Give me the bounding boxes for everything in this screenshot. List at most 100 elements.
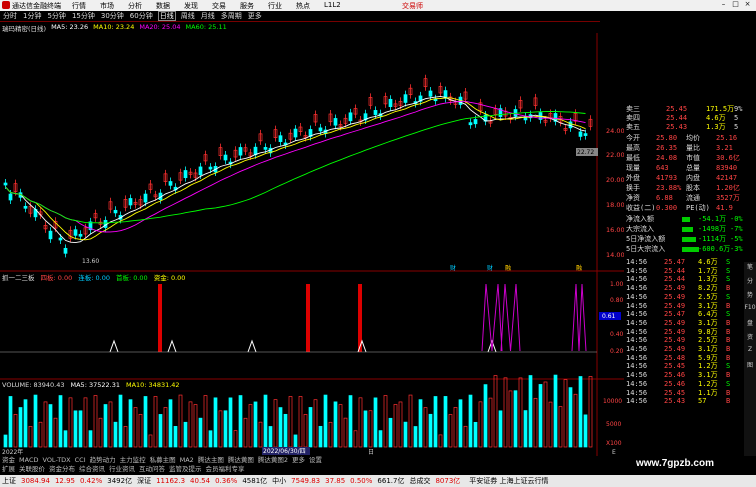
sidebar-tab[interactable]: 分 [744, 276, 756, 290]
indicator-tab[interactable]: 设置 [309, 456, 322, 465]
indicator-tab[interactable]: 趋势动力 [90, 456, 116, 465]
period-tab[interactable]: 1分钟 [22, 11, 42, 21]
current-price-label: 22.72 [577, 149, 594, 156]
indicator-tab[interactable]: 资金 [2, 456, 15, 465]
tick-direction: S [726, 362, 731, 371]
candle-body [78, 233, 83, 237]
event-marker[interactable]: 财 [450, 264, 456, 272]
sidebar-tab[interactable]: 盘 [744, 318, 756, 332]
info-tab[interactable]: 扩展 [2, 465, 15, 474]
menu-item[interactable]: 发现 [184, 1, 198, 11]
menu-item[interactable]: 行情 [72, 1, 86, 11]
sidebar-tab[interactable]: Z [744, 346, 756, 360]
volume-bar [348, 395, 353, 448]
event-marker[interactable]: 融 [505, 264, 511, 272]
period-tab[interactable]: 更多 [247, 11, 263, 21]
low-price-label: 13.60 [82, 258, 99, 265]
indicator-tab[interactable]: 腾达黄图 [228, 456, 254, 465]
period-tab[interactable]: 30分钟 [100, 11, 125, 21]
tick-volume: 1.3万 [698, 275, 718, 284]
menu-item[interactable]: 行业 [268, 1, 282, 11]
tick-direction: B [726, 284, 731, 293]
event-marker[interactable]: 融 [576, 264, 582, 272]
period-tab[interactable]: 15分钟 [71, 11, 96, 21]
candle-body [128, 198, 133, 206]
stock-name: 瑞玛精密(日线) [2, 25, 47, 33]
menu-item[interactable]: 热点 [296, 1, 310, 11]
quote-label: 股本 [686, 184, 700, 192]
volume-bar [213, 397, 218, 448]
sidebar-tab[interactable]: 图 [744, 360, 756, 374]
period-tab[interactable]: 月线 [200, 11, 216, 21]
candle-body [23, 205, 28, 209]
menu-item[interactable]: 分析 [128, 1, 142, 11]
volume-bar [533, 397, 538, 448]
menu-item[interactable]: 市场 [100, 1, 114, 11]
candle-body [223, 154, 228, 161]
event-marker[interactable]: 财 [487, 264, 493, 272]
fundflow-label: 5日大宗流入 [626, 245, 666, 253]
volume-bar [438, 434, 443, 448]
info-tab[interactable]: 资金分布 [49, 465, 75, 474]
indicator-tab[interactable]: 私募主图 [150, 456, 176, 465]
candle-body [183, 170, 188, 179]
candle-body [333, 118, 338, 126]
ma5-line [5, 95, 586, 244]
candle-body [143, 193, 148, 203]
fundflow-bar [682, 227, 693, 232]
status-index-name: 总成交 [409, 477, 431, 485]
menu-item[interactable]: 交易 [212, 1, 226, 11]
indicator-tab[interactable]: MA2 [180, 456, 194, 465]
volume-bar [218, 410, 223, 448]
tick-direction: B [726, 397, 731, 406]
indicator-tab[interactable]: 主力监控 [120, 456, 146, 465]
volume-bar [153, 396, 158, 448]
status-index-value: 8073亿 [435, 477, 461, 485]
candle-body [468, 122, 473, 126]
info-tab[interactable]: 会员福利专享 [206, 465, 245, 474]
sidebar-tab[interactable]: 势 [744, 290, 756, 304]
quote-value: 25.80 [656, 134, 678, 142]
volume-bar [413, 426, 418, 448]
period-tab[interactable]: 周线 [180, 11, 196, 21]
period-tab[interactable]: 分时 [2, 11, 18, 21]
volume-bar [543, 381, 548, 448]
minimize-icon[interactable]: – [719, 0, 728, 9]
info-tab[interactable]: 综合资讯 [79, 465, 105, 474]
menu-item[interactable]: 数据 [156, 1, 170, 11]
tick-direction: S [726, 266, 731, 275]
candle-body [168, 181, 173, 186]
info-tab[interactable]: 行业资讯 [109, 465, 135, 474]
close-icon[interactable]: × [743, 0, 752, 9]
indicator-tick: 0.80 [610, 297, 624, 304]
indicator-tab[interactable]: 腾达黄图2 [258, 456, 288, 465]
period-tab[interactable]: 5分钟 [46, 11, 66, 21]
tick-time: 14:56 [626, 362, 648, 371]
info-tab[interactable]: 监管及提示 [169, 465, 202, 474]
period-tab[interactable]: 60分钟 [129, 11, 154, 21]
fundflow-value: -1498万 [698, 225, 727, 233]
tick-direction: S [726, 379, 731, 388]
period-tab-active[interactable]: 日线 [157, 11, 176, 21]
sidebar-tab[interactable]: 资 [744, 332, 756, 346]
maximize-icon[interactable]: □ [731, 0, 740, 9]
sidebar-tab[interactable]: F10 [744, 304, 756, 318]
indicator-tab[interactable]: 更多 [292, 456, 305, 465]
menu-item[interactable]: L1L2 [324, 1, 341, 11]
indicator-tab[interactable]: CCI [75, 456, 86, 465]
volume-bar [353, 430, 358, 448]
info-tab[interactable]: 互动问答 [139, 465, 165, 474]
period-tab[interactable]: 多周期 [220, 11, 243, 21]
indicator-tab[interactable]: 腾达主图 [198, 456, 224, 465]
sidebar-tab[interactable]: 笔 [744, 262, 756, 276]
orderbook-volume: 4.6万 [706, 114, 726, 122]
volume-bar [113, 421, 118, 448]
price-tick: 16.00 [606, 226, 624, 234]
tick-row: 14:56 25.44 1.3万 S [626, 275, 742, 284]
indicator-tab[interactable]: MACD [19, 456, 38, 465]
indicator-tab[interactable]: VOL-TDX [42, 456, 70, 465]
tick-time: 14:56 [626, 292, 648, 301]
info-tab[interactable]: 关联股价 [19, 465, 45, 474]
menu-item[interactable]: 服务 [240, 1, 254, 11]
tick-price: 25.45 [664, 362, 686, 371]
